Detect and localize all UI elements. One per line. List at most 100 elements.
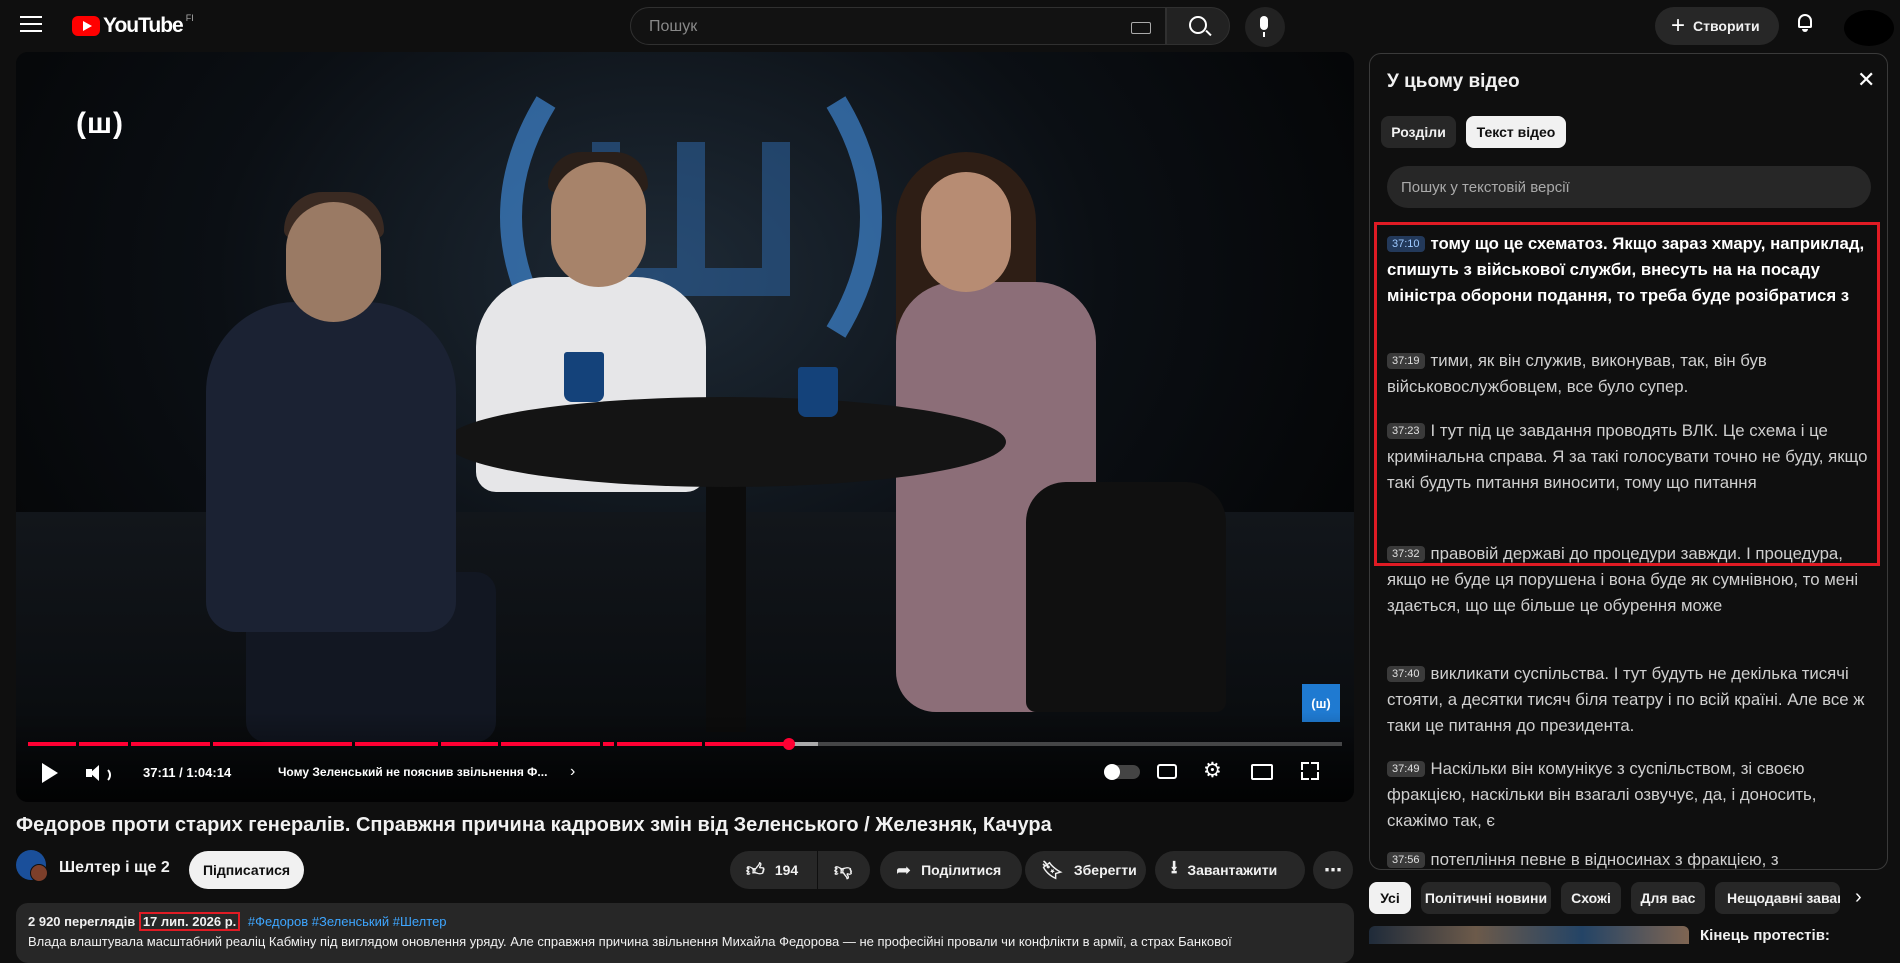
chapter-title[interactable]: Чому Зеленський не пояснив звільнення Ф.… xyxy=(278,765,547,779)
recommendation-thumbnail[interactable] xyxy=(1369,926,1689,944)
channel-name[interactable]: Шелтер і ще 2 xyxy=(59,859,170,877)
channel-avatar[interactable] xyxy=(16,850,48,882)
upload-date: 17 лип. 2026 р. xyxy=(138,912,241,931)
settings-gear-icon[interactable]: ⚙ xyxy=(1203,760,1225,782)
studio-chair xyxy=(1026,482,1226,712)
chapter-divider xyxy=(498,742,501,746)
chapter-divider xyxy=(438,742,441,746)
account-avatar[interactable] xyxy=(1844,10,1894,46)
chip-political-news[interactable]: Політичні новини xyxy=(1421,882,1551,914)
studio-cup xyxy=(564,352,604,402)
logo-text: YouTube xyxy=(103,14,184,37)
download-icon: ⭳ xyxy=(1171,857,1178,877)
volume-icon[interactable] xyxy=(86,764,111,783)
chapter-divider xyxy=(702,742,705,746)
tab-chapters[interactable]: Розділи xyxy=(1381,116,1456,148)
guest-left-figure xyxy=(206,302,456,632)
youtube-play-icon xyxy=(72,16,100,36)
channel-watermark: (ш) xyxy=(76,107,124,140)
chip-similar[interactable]: Схожі xyxy=(1561,882,1621,914)
create-button[interactable]: + Створити xyxy=(1655,7,1779,45)
share-arrow-icon: ➦ xyxy=(896,859,912,880)
segment-text: викликати суспільства. І тут будуть не д… xyxy=(1387,664,1865,735)
search-icon xyxy=(1189,16,1207,34)
chapter-divider xyxy=(210,742,213,746)
play-icon[interactable] xyxy=(42,763,58,783)
chevron-right-icon[interactable]: › xyxy=(570,763,575,781)
youtube-logo[interactable]: YouTube FI xyxy=(72,13,194,38)
chevron-right-icon[interactable]: › xyxy=(1855,886,1862,909)
subscribe-button[interactable]: Підписатися xyxy=(189,851,304,889)
share-label: Поділитися xyxy=(921,862,1002,878)
create-label: Створити xyxy=(1693,18,1760,34)
transcript-segment[interactable]: 37:40 викликати суспільства. І тут будуть… xyxy=(1387,661,1871,739)
segment-text: потепління певне в відносинах з фракцією… xyxy=(1430,850,1779,869)
more-actions-button[interactable]: ⋯ xyxy=(1313,851,1353,889)
studio-table xyxy=(446,397,1006,487)
segment-timestamp: 37:40 xyxy=(1387,666,1425,682)
like-button[interactable]: 👍︎ 194 xyxy=(730,851,817,889)
transcript-search-input[interactable] xyxy=(1387,166,1871,208)
chip-for-you[interactable]: Для вас xyxy=(1631,882,1705,914)
segment-text: Наскільки він комунікує з суспільством, … xyxy=(1387,759,1817,830)
table-leg xyxy=(706,472,746,732)
description-meta: 2 920 переглядів 17 лип. 2026 р. #Федоро… xyxy=(28,912,447,931)
subtitles-icon[interactable] xyxy=(1157,764,1177,779)
controls-gradient xyxy=(16,712,1354,802)
plus-icon: + xyxy=(1671,12,1686,39)
search-input[interactable] xyxy=(647,17,1111,37)
save-label: Зберегти xyxy=(1073,862,1137,878)
chapter-divider xyxy=(76,742,79,746)
masthead: YouTube FI + Створити xyxy=(0,0,1900,52)
chapter-divider xyxy=(352,742,355,746)
thumbs-down-icon: 👎︎ xyxy=(834,860,853,880)
voice-search-button[interactable] xyxy=(1245,7,1285,47)
chapter-divider xyxy=(128,742,131,746)
transcript-segment[interactable]: 37:49 Наскільки він комунікує з суспільст… xyxy=(1387,756,1871,834)
guest-center-face xyxy=(551,162,646,287)
thumbs-up-icon: 👍︎ xyxy=(746,860,765,880)
view-count: 2 920 переглядів xyxy=(28,914,136,929)
transcript-panel: У цьому відео ✕ Розділи Текст відео 37:1… xyxy=(1369,53,1888,870)
hashtag-links[interactable]: #Федоров #Зеленський #Шелтер xyxy=(248,914,447,929)
chapter-divider xyxy=(600,742,603,746)
microphone-icon xyxy=(1260,16,1268,37)
share-button[interactable]: ➦ Поділитися xyxy=(880,851,1022,889)
panel-title: У цьому відео xyxy=(1387,71,1520,92)
like-count: 194 xyxy=(774,862,799,878)
highlight-annotation xyxy=(1374,222,1880,566)
segment-timestamp: 37:56 xyxy=(1387,852,1425,868)
autoplay-toggle[interactable] xyxy=(1104,764,1140,780)
time-display: 37:11 / 1:04:14 xyxy=(143,765,232,780)
tab-transcript[interactable]: Текст відео xyxy=(1466,116,1566,148)
search-button[interactable] xyxy=(1166,7,1230,45)
transcript-segment[interactable]: 37:56 потепління певне в відносинах з фра… xyxy=(1387,847,1871,869)
dislike-button[interactable]: 👎︎ xyxy=(818,851,870,889)
chip-all[interactable]: Усі xyxy=(1369,882,1411,914)
progress-played xyxy=(28,742,789,746)
close-icon[interactable]: ✕ xyxy=(1857,67,1875,93)
bookmark-icon: 🔖︎ xyxy=(1041,859,1064,880)
collab-avatar xyxy=(30,864,48,882)
video-title: Федоров проти старих генералів. Справжня… xyxy=(16,814,1052,836)
fullscreen-icon[interactable] xyxy=(1301,762,1319,780)
keyboard-icon[interactable] xyxy=(1131,22,1151,34)
description-text: Влада влаштувала масштабний реаліц Кабмі… xyxy=(28,934,1232,949)
download-button[interactable]: ⭳ Завантажити xyxy=(1155,851,1305,889)
host-face xyxy=(921,172,1011,292)
theater-mode-icon[interactable] xyxy=(1251,764,1273,780)
chapter-divider xyxy=(614,742,617,746)
progress-scrubber[interactable] xyxy=(782,738,795,750)
guest-left-face xyxy=(286,202,381,322)
notifications-bell-icon[interactable] xyxy=(1796,14,1814,32)
studio-cup xyxy=(798,367,838,417)
save-button[interactable]: 🔖︎ Зберегти xyxy=(1025,851,1146,889)
recommendation-title[interactable]: Кінець протестів: xyxy=(1700,927,1830,944)
description-box[interactable]: 2 920 переглядів 17 лип. 2026 р. #Федоро… xyxy=(16,903,1354,963)
download-label: Завантажити xyxy=(1187,862,1278,878)
video-player[interactable]: (ш) (ш) 37:11 / 1:04:14 Чому Зеленський … xyxy=(16,52,1354,802)
progress-bar[interactable] xyxy=(28,738,1342,750)
menu-icon[interactable] xyxy=(20,16,42,34)
chip-recently-uploaded[interactable]: Нещодавні заван xyxy=(1715,882,1840,914)
segment-timestamp: 37:49 xyxy=(1387,761,1425,777)
